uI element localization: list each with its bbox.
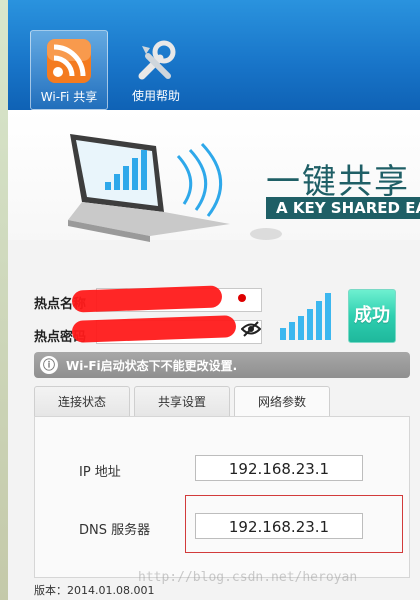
- tools-icon: [132, 36, 180, 84]
- banner: 一键共享 步 A KEY SHARED EA: [8, 110, 420, 242]
- ip-address-field[interactable]: 192.168.23.1: [195, 455, 363, 481]
- tab-share-settings[interactable]: 共享设置: [134, 386, 230, 416]
- laptop-illustration: [68, 134, 282, 242]
- wifi-share-label: Wi-Fi 共享: [40, 90, 98, 104]
- success-button[interactable]: 成功: [348, 289, 396, 343]
- watermark: http://blog.csdn.net/heroyan: [138, 570, 358, 585]
- help-button[interactable]: 使用帮助: [118, 30, 194, 108]
- status-notice: ⓘ Wi-Fi启动状态下不能更改设置.: [34, 352, 410, 378]
- ip-address-label: IP 地址: [79, 465, 121, 480]
- tab-connection-status[interactable]: 连接状态: [34, 386, 130, 416]
- tab-network-params[interactable]: 网络参数: [234, 386, 330, 418]
- rss-wifi-icon: [45, 37, 93, 85]
- wifi-share-button[interactable]: Wi-Fi 共享: [30, 30, 108, 110]
- version-label: 版本：2014.01.08.001: [34, 584, 155, 597]
- banner-title: 一键共享 步: [266, 162, 420, 202]
- desktop-background: [0, 0, 8, 600]
- eye-off-icon[interactable]: [240, 320, 262, 338]
- help-label: 使用帮助: [131, 89, 180, 103]
- signal-strength-icon: [280, 293, 331, 340]
- notice-text: Wi-Fi启动状态下不能更改设置.: [66, 359, 238, 373]
- dns-server-label: DNS 服务器: [79, 523, 151, 538]
- network-params-panel: IP 地址 192.168.23.1 DNS 服务器 192.168.23.1: [34, 416, 410, 578]
- banner-subtitle: A KEY SHARED EA: [276, 199, 420, 217]
- status-dot: [238, 294, 246, 302]
- dns-server-field[interactable]: 192.168.23.1: [195, 513, 363, 539]
- top-toolbar: Wi-Fi 共享 使用帮助: [8, 0, 420, 110]
- app-window: Wi-Fi 共享 使用帮助 一键共享 A KEY SHARED EA 热点名称 …: [8, 0, 420, 600]
- info-icon: ⓘ: [40, 356, 58, 374]
